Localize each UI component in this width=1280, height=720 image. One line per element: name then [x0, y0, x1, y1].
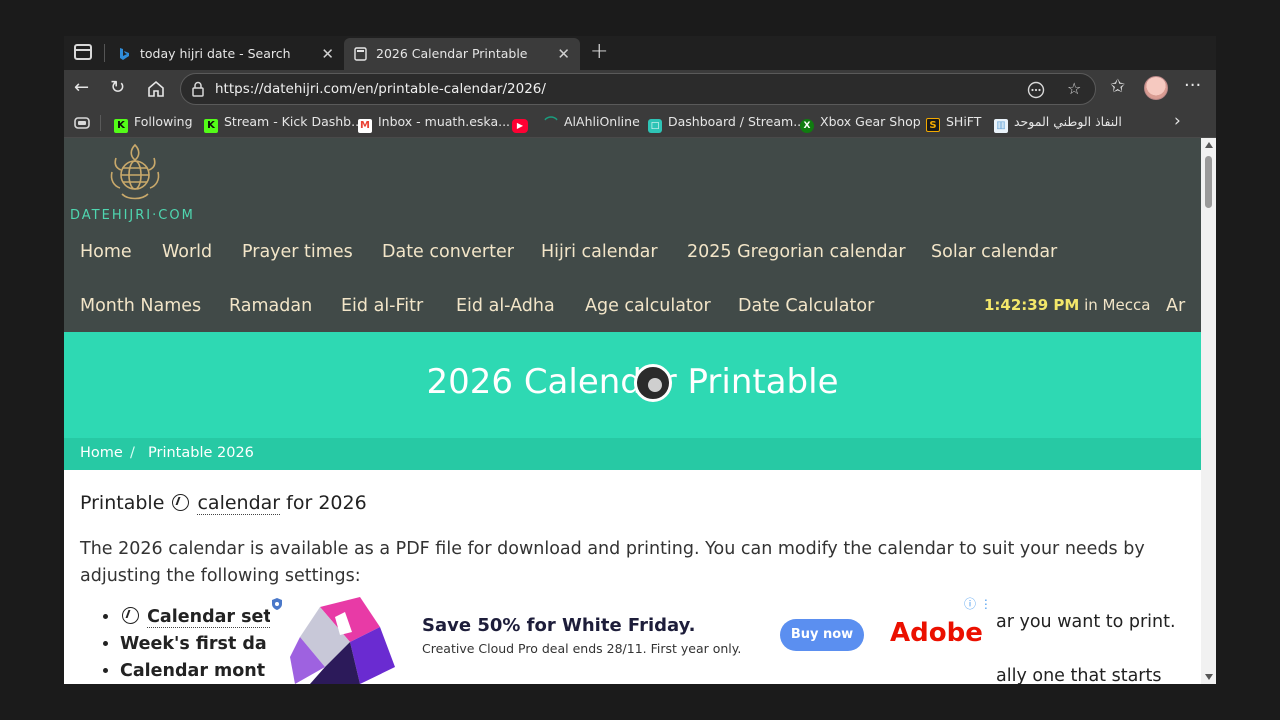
ad-artwork-image	[290, 597, 395, 684]
favorite-alahli[interactable]: ⌒ AlAhliOnline	[544, 114, 639, 132]
back-icon[interactable]: ←	[74, 78, 89, 98]
intro-paragraph: The 2026 calendar is available as a PDF …	[80, 539, 1145, 586]
scroll-thumb[interactable]	[1205, 156, 1212, 208]
favorite-youtube[interactable]: ▶	[512, 114, 534, 133]
favorite-kick-dashboard[interactable]: K Stream - Kick Dashb...	[204, 114, 363, 133]
occluded-text-fragment: ally one that starts	[996, 666, 1162, 684]
lock-icon[interactable]	[191, 81, 205, 97]
nav-world[interactable]: World	[162, 242, 212, 262]
lightning-icon	[172, 494, 190, 511]
breadcrumb-current: Printable 2026	[148, 445, 254, 461]
alahli-icon: ⌒	[544, 117, 558, 132]
hero-banner: 2026 Calendar Printable	[64, 332, 1201, 438]
scroll-down-icon[interactable]	[1205, 674, 1213, 680]
nav-date-calculator[interactable]: Date Calculator	[738, 296, 874, 316]
scrollbar[interactable]	[1201, 138, 1216, 684]
clock-place: in Mecca	[1084, 296, 1151, 314]
occluded-text-fragment: ar you want to print.	[996, 612, 1176, 632]
nav-eid-al-fitr[interactable]: Eid al-Fitr	[341, 296, 423, 316]
address-bar[interactable]: https://datehijri.com/en/printable-calen…	[180, 73, 1096, 105]
browser-window: today hijri date - Search ✕ 2026 Calenda…	[64, 36, 1216, 684]
breadcrumb-separator: /	[130, 445, 135, 461]
stream-icon: □	[648, 119, 662, 133]
favorite-shift[interactable]: S SHiFT	[926, 114, 981, 132]
breadcrumb: Home / Printable 2026	[64, 438, 1201, 470]
gmail-icon: M	[358, 119, 372, 133]
advertisement-banner[interactable]: Save 50% for White Friday. Creative Clou…	[270, 593, 994, 684]
clock: 1:42:39 PM in Mecca	[984, 296, 1150, 314]
calendar-term-link[interactable]: calendar	[197, 492, 281, 515]
section-heading: Printable calendar for 2026	[80, 492, 367, 515]
logo-icon[interactable]	[100, 142, 170, 204]
favbar-divider	[100, 115, 101, 131]
clock-time: 1:42:39 PM	[984, 296, 1080, 314]
toolbar: ← ↻ https://datehijri.com/en/printable-c…	[64, 70, 1216, 108]
nav-age-calculator[interactable]: Age calculator	[585, 296, 711, 316]
ad-headline: Save 50% for White Friday.	[422, 615, 696, 636]
bing-icon	[120, 48, 129, 60]
nav-home[interactable]: Home	[80, 242, 132, 262]
nav-month-names[interactable]: Month Names	[80, 296, 201, 316]
home-icon[interactable]	[147, 80, 165, 98]
new-tab-icon[interactable]: +	[590, 39, 608, 64]
close-icon[interactable]: ✕	[321, 45, 334, 63]
chevron-right-icon[interactable]: ›	[1174, 111, 1181, 131]
favorite-nafath[interactable]: ▥ النفاذ الوطني الموحد	[994, 114, 1122, 133]
ad-brand-logo: Adobe	[890, 618, 983, 648]
favorite-dashboard-stream[interactable]: □ Dashboard / Stream...	[648, 114, 805, 133]
nav-date-converter[interactable]: Date converter	[382, 242, 514, 262]
nav-solar-calendar[interactable]: Solar calendar	[931, 242, 1057, 262]
favorite-xbox[interactable]: X Xbox Gear Shop	[800, 114, 921, 133]
logo-text[interactable]: DATEHIJRI·COM	[70, 208, 195, 223]
nav-hijri-calendar[interactable]: Hijri calendar	[541, 242, 658, 262]
favorites-icon[interactable]: ✩	[1110, 77, 1125, 97]
close-icon[interactable]: ✕	[557, 45, 570, 63]
avatar[interactable]	[1144, 76, 1168, 100]
nav-prayer-times[interactable]: Prayer times	[242, 242, 353, 262]
settings-more-icon[interactable]: ···	[1184, 76, 1201, 96]
nafath-icon: ▥	[994, 119, 1008, 133]
refresh-icon[interactable]: ↻	[110, 78, 125, 98]
tab-search[interactable]: today hijri date - Search ✕	[108, 38, 344, 70]
lightning-icon	[122, 607, 139, 624]
breadcrumb-home[interactable]: Home	[80, 445, 123, 461]
tab-title: 2026 Calendar Printable	[376, 46, 528, 61]
youtube-icon: ▶	[512, 119, 528, 133]
tab-actions-icon[interactable]	[74, 44, 92, 60]
scroll-up-icon[interactable]	[1205, 142, 1213, 148]
kick-icon: K	[204, 119, 218, 133]
page-viewport: DATEHIJRI·COM Home World Prayer times Da…	[64, 138, 1216, 684]
mouse-cursor-icon	[634, 364, 672, 402]
collections-icon[interactable]	[74, 116, 90, 130]
ad-subline: Creative Cloud Pro deal ends 28/11. Firs…	[422, 641, 742, 656]
kick-icon: K	[114, 119, 128, 133]
favorites-bar: K Following K Stream - Kick Dashb... M Inbo…	[64, 108, 1216, 138]
language-switch[interactable]: Ar	[1166, 296, 1185, 316]
url-text[interactable]: https://datehijri.com/en/printable-calen…	[215, 81, 546, 97]
star-icon[interactable]: ☆	[1067, 79, 1081, 98]
xbox-icon: X	[800, 119, 814, 133]
tab-title: today hijri date - Search	[140, 46, 291, 61]
ad-info-icon[interactable]: ⓘ ⋮	[964, 595, 992, 612]
nav-gregorian-calendar[interactable]: 2025 Gregorian calendar	[687, 242, 906, 262]
shift-icon: S	[926, 118, 940, 132]
tab-strip: today hijri date - Search ✕ 2026 Calenda…	[64, 36, 1216, 70]
more-options-icon[interactable]	[1027, 81, 1045, 99]
ad-privacy-icon[interactable]	[270, 597, 284, 611]
tab-calendar-printable[interactable]: 2026 Calendar Printable ✕	[344, 38, 580, 70]
nav-eid-al-adha[interactable]: Eid al-Adha	[456, 296, 555, 316]
ad-buy-now-button[interactable]: Buy now	[780, 619, 864, 651]
site-header: DATEHIJRI·COM Home World Prayer times Da…	[64, 138, 1201, 332]
favorite-inbox[interactable]: M Inbox - muath.eska...	[358, 114, 510, 133]
page-title: 2026 Calendar Printable	[426, 362, 839, 402]
tab-divider	[104, 44, 105, 62]
favorite-following[interactable]: K Following	[114, 114, 193, 133]
page-icon	[354, 47, 367, 61]
nav-ramadan[interactable]: Ramadan	[229, 296, 312, 316]
